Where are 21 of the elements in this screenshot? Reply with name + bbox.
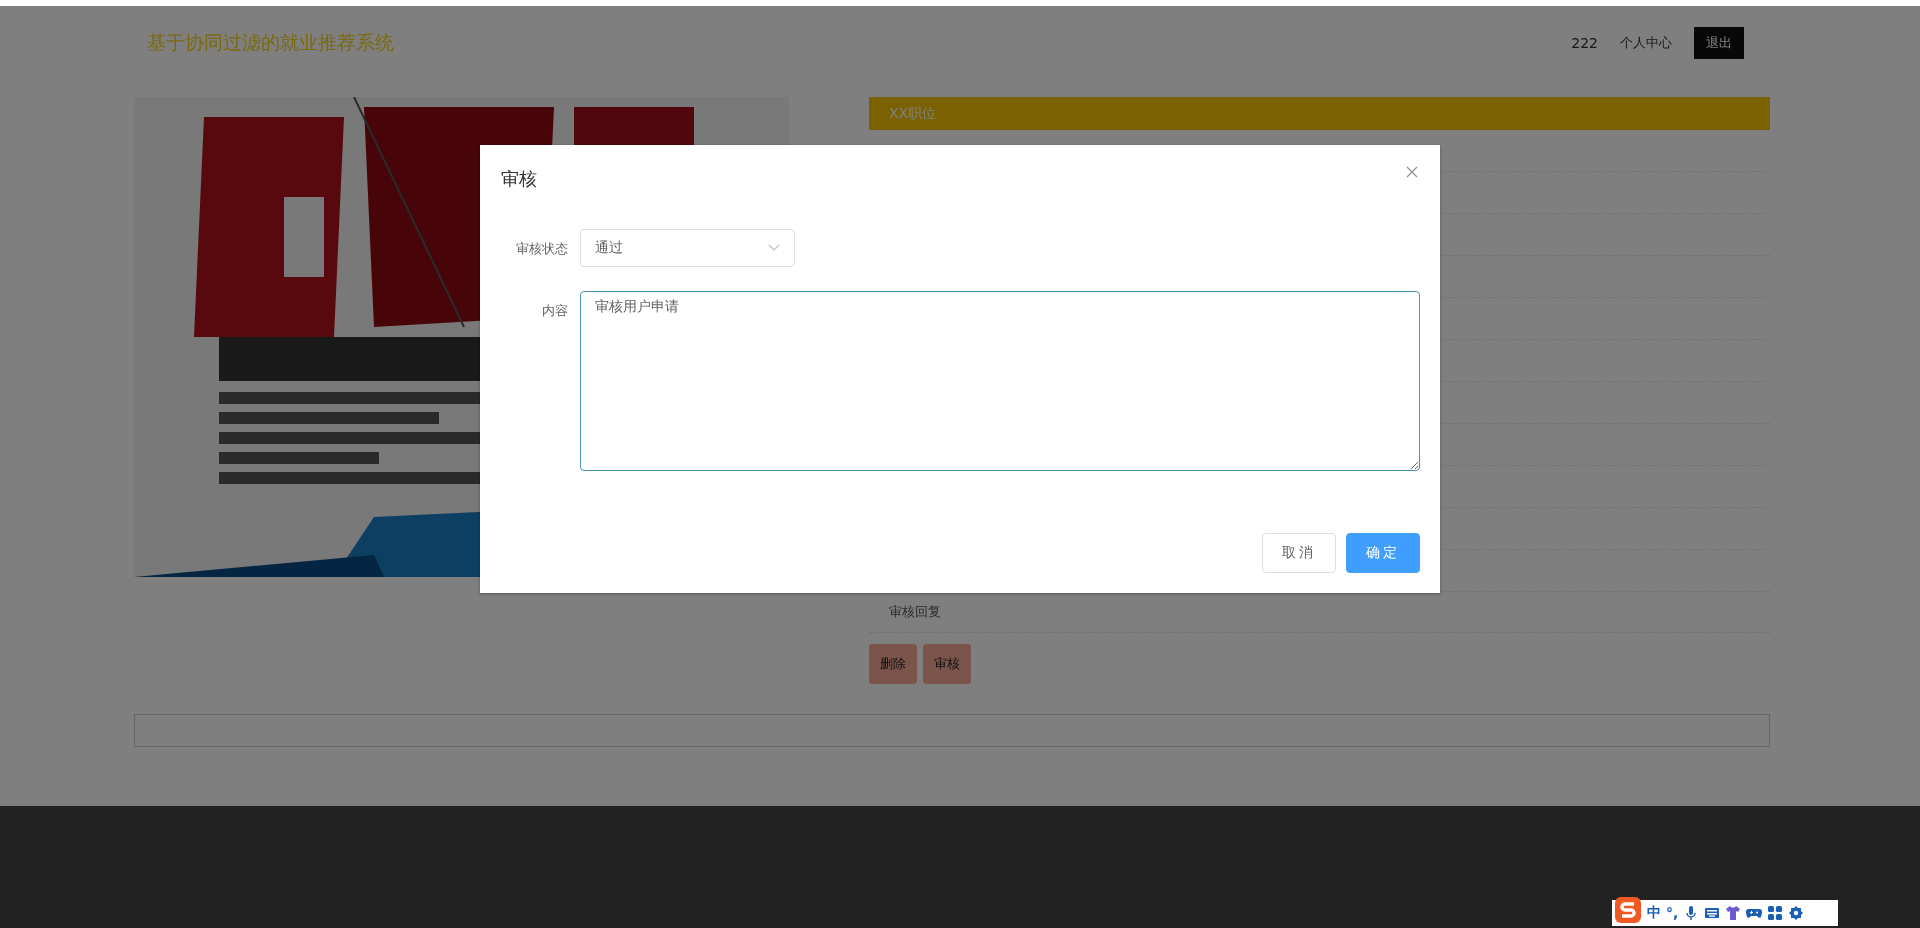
input-mode-toggle[interactable]: 中 (1647, 904, 1661, 922)
nav-link[interactable]: 个人中心 (1620, 34, 1672, 52)
close-icon[interactable] (1406, 166, 1418, 178)
cancel-button[interactable]: 取消 (1262, 533, 1336, 573)
shirt-icon[interactable] (1725, 905, 1742, 921)
job-title-bar: XX职位 (869, 97, 1770, 130)
punctuation-toggle[interactable]: °, (1666, 905, 1679, 921)
field-label: 审核状态 (515, 240, 569, 258)
content-textarea[interactable]: 审核用户申请 (580, 291, 1420, 471)
dialog-title: 审核 (501, 167, 537, 191)
site-title: 基于协同过滤的就业推荐系统 (147, 30, 395, 55)
grid-icon[interactable] (1767, 905, 1784, 921)
status-select[interactable]: 通过 (580, 229, 795, 267)
chevron-down-icon (768, 244, 780, 252)
logout-button[interactable]: 退出 (1694, 27, 1744, 59)
keyboard-icon[interactable] (1704, 905, 1721, 921)
settings-icon[interactable] (1788, 905, 1805, 921)
ime-logo-icon[interactable] (1614, 896, 1642, 924)
field-label: 内容 (541, 302, 569, 320)
username: 222 (1571, 35, 1598, 51)
reply-label: 审核回复 (889, 603, 941, 621)
